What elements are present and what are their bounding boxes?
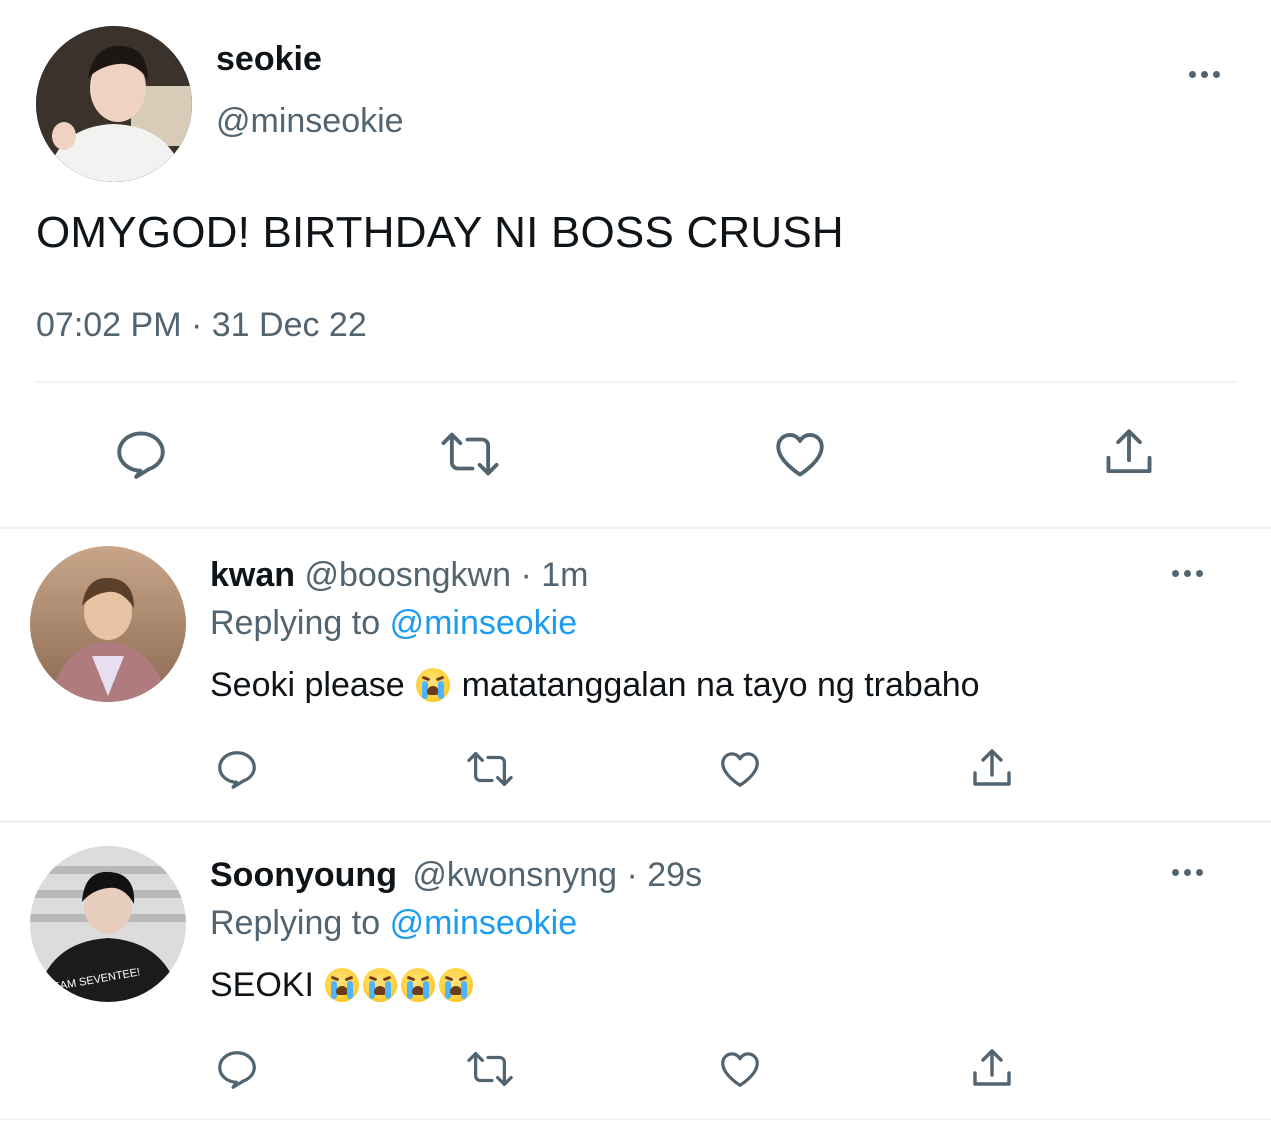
more-icon [1172, 869, 1179, 876]
avatar-soonyoung[interactable]: EAM SEVENTEE! [30, 846, 186, 1002]
reply-header: kwan @boosngkwn · 1m [210, 556, 588, 595]
like-button[interactable] [716, 746, 764, 792]
reply-icon [117, 431, 165, 479]
heart-icon [721, 752, 759, 787]
avatar-seokie[interactable] [36, 26, 192, 182]
share-icon [973, 749, 1011, 786]
section-divider [0, 526, 1271, 529]
reply-time[interactable]: · 1m [520, 556, 588, 594]
reply-handle[interactable]: @kwonsnyng [412, 856, 617, 894]
reply-button[interactable] [214, 1046, 260, 1092]
loudly-crying-face-emoji [363, 968, 398, 1002]
retweet-icon [467, 1052, 513, 1086]
more-icon [1189, 71, 1196, 78]
reply-more-button[interactable] [1172, 869, 1203, 876]
retweet-button[interactable] [438, 425, 502, 483]
handle[interactable]: @minseokie [216, 102, 404, 141]
reply-display-name[interactable]: kwan [210, 556, 295, 594]
replying-to-label: Replying to [210, 604, 381, 642]
section-divider [0, 1118, 1271, 1120]
reply-button[interactable] [112, 425, 170, 483]
share-icon [1106, 429, 1152, 474]
reply-text: Seoki please matatanggalan na tayo ng tr… [210, 666, 980, 705]
like-button[interactable] [716, 1046, 764, 1092]
retweet-button[interactable] [464, 746, 516, 792]
replying-to-handle[interactable]: @minseokie [390, 904, 578, 942]
loudly-crying-face-emoji [416, 668, 451, 702]
share-button[interactable] [968, 1045, 1016, 1093]
reply-text-part: matatanggalan na tayo ng trabaho [461, 666, 980, 704]
loudly-crying-face-emoji [439, 968, 474, 1002]
reply-button[interactable] [214, 746, 260, 792]
more-icon [1172, 570, 1179, 577]
loudly-crying-face-emoji [401, 968, 436, 1002]
section-divider [0, 820, 1271, 823]
share-button[interactable] [1100, 423, 1158, 483]
reply-handle[interactable]: @boosngkwn [305, 556, 512, 594]
reply-header: Soonyoung @kwonsnyng · 29s [210, 856, 702, 895]
loudly-crying-face-emoji [325, 968, 360, 1002]
tweet-timestamp[interactable]: 07:02 PM · 31 Dec 22 [36, 306, 367, 345]
display-name[interactable]: seokie [216, 40, 322, 79]
replying-to-handle[interactable]: @minseokie [390, 604, 578, 642]
divider [36, 381, 1236, 383]
share-button[interactable] [968, 745, 1016, 793]
reply-more-button[interactable] [1172, 570, 1203, 577]
reply-display-name[interactable]: Soonyoung [210, 856, 397, 894]
reply-text-part: Seoki please [210, 666, 405, 704]
reply-text: SEOKI [210, 966, 475, 1005]
more-options-button[interactable] [1189, 71, 1220, 78]
replying-to: Replying to @minseokie [210, 604, 577, 643]
avatar-kwan[interactable] [30, 546, 186, 702]
retweet-icon [441, 432, 499, 476]
reply-icon [218, 751, 256, 789]
replying-to: Replying to @minseokie [210, 904, 577, 943]
heart-icon [721, 1052, 759, 1087]
reply-text-part: SEOKI [210, 966, 314, 1004]
retweet-icon [467, 752, 513, 786]
heart-icon [776, 433, 824, 477]
retweet-button[interactable] [464, 1046, 516, 1092]
share-icon [973, 1049, 1011, 1086]
like-button[interactable] [770, 425, 830, 483]
reply-time[interactable]: · 29s [627, 856, 703, 894]
replying-to-label: Replying to [210, 904, 381, 942]
reply-icon [218, 1051, 256, 1089]
tweet-text: OMYGOD! BIRTHDAY NI BOSS CRUSH [36, 208, 844, 257]
